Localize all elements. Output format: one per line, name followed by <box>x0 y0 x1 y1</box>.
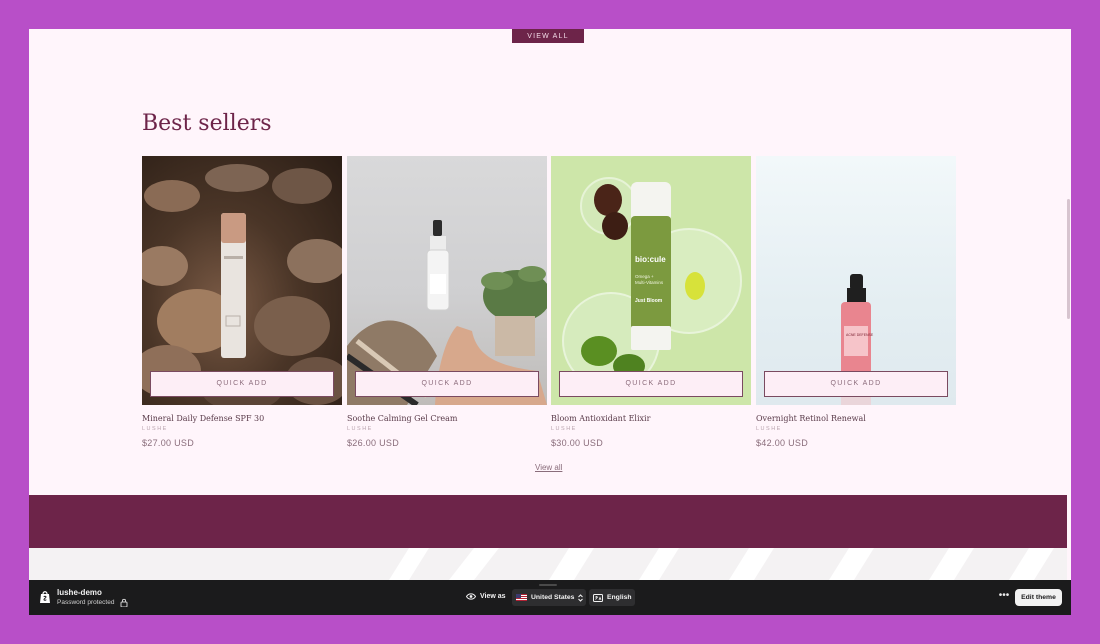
page-scrollbar[interactable] <box>1067 199 1070 319</box>
quick-add-button[interactable]: QUICK ADD <box>764 371 948 397</box>
product-vendor: LUSHE <box>347 426 373 432</box>
decorative-stripes <box>389 548 1054 580</box>
storefront-window: VIEW ALL Best sellers QUICK ADD Mineral … <box>29 29 1071 615</box>
product-price: $30.00 USD <box>551 438 604 448</box>
view-as-text: View as <box>480 593 506 600</box>
product-card[interactable]: bio:cule Omega + Multi-Vitamins Just Blo… <box>551 156 751 448</box>
quick-add-button[interactable]: QUICK ADD <box>150 371 334 397</box>
password-status: Password protected <box>57 599 115 606</box>
ellipsis-icon[interactable]: ••• <box>995 589 1013 606</box>
view-as-label: View as <box>466 593 506 600</box>
admin-preview-bar: lushe-demo Password protected View as Un… <box>29 580 1071 615</box>
product-title[interactable]: Soothe Calming Gel Cream <box>347 414 547 423</box>
section-title: Best sellers <box>142 111 272 136</box>
product-price: $27.00 USD <box>142 438 195 448</box>
country-name: United States <box>531 594 575 601</box>
country-selector[interactable]: United States <box>512 589 586 606</box>
drag-handle[interactable] <box>539 584 557 586</box>
lock-icon <box>120 598 128 607</box>
edit-theme-button[interactable]: Edit theme <box>1015 589 1062 606</box>
product-vendor: LUSHE <box>756 426 782 432</box>
language-selector[interactable]: English <box>589 589 635 606</box>
product-price: $26.00 USD <box>347 438 400 448</box>
store-name: lushe-demo <box>57 588 102 597</box>
product-card[interactable]: QUICK ADD Soothe Calming Gel Cream LUSHE… <box>347 156 547 448</box>
product-title[interactable]: Bloom Antioxidant Elixir <box>551 414 751 423</box>
product-title[interactable]: Overnight Retinol Renewal <box>756 414 956 423</box>
view-all-button-top[interactable]: VIEW ALL <box>512 29 584 43</box>
product-image[interactable]: bio:cule Omega + Multi-Vitamins Just Blo… <box>551 156 751 405</box>
footer-banner <box>29 495 1067 548</box>
bottle-line-2: Multi-Vitamins <box>635 280 664 285</box>
footer-decoration <box>29 548 1067 580</box>
product-card[interactable]: ACNE DEFENSE QUICK ADD Overnight Retinol… <box>756 156 956 448</box>
hand-dropper-illustration <box>347 220 547 405</box>
bottle-line-1: Omega + <box>635 274 654 279</box>
product-card[interactable]: QUICK ADD Mineral Daily Defense SPF 30 L… <box>142 156 342 448</box>
pink-dropper-illustration: ACNE DEFENSE <box>841 274 874 405</box>
bottle-acne-text: ACNE DEFENSE <box>846 333 874 337</box>
bottle-product-text: Just Bloom <box>635 298 663 304</box>
language-name: English <box>607 594 632 601</box>
product-image[interactable]: QUICK ADD <box>142 156 342 405</box>
product-vendor: LUSHE <box>551 426 577 432</box>
translate-icon <box>593 593 603 602</box>
bottle-brand-text: bio:cule <box>635 255 666 264</box>
view-all-link[interactable]: View all <box>535 463 562 472</box>
serum-bottle-illustration: bio:cule Omega + Multi-Vitamins Just Blo… <box>562 177 742 390</box>
product-image[interactable]: QUICK ADD <box>347 156 547 405</box>
us-flag-icon <box>516 594 527 601</box>
quick-add-button[interactable]: QUICK ADD <box>355 371 539 397</box>
product-vendor: LUSHE <box>142 426 168 432</box>
quick-add-button[interactable]: QUICK ADD <box>559 371 743 397</box>
product-grid: QUICK ADD Mineral Daily Defense SPF 30 L… <box>142 156 956 456</box>
eye-icon <box>466 593 476 600</box>
stones-bottle-illustration <box>142 164 342 405</box>
product-title[interactable]: Mineral Daily Defense SPF 30 <box>142 414 342 423</box>
chevron-updown-icon <box>578 593 584 602</box>
product-price: $42.00 USD <box>756 438 809 448</box>
product-image[interactable]: ACNE DEFENSE QUICK ADD <box>756 156 956 405</box>
shopify-bag-icon <box>40 591 50 603</box>
